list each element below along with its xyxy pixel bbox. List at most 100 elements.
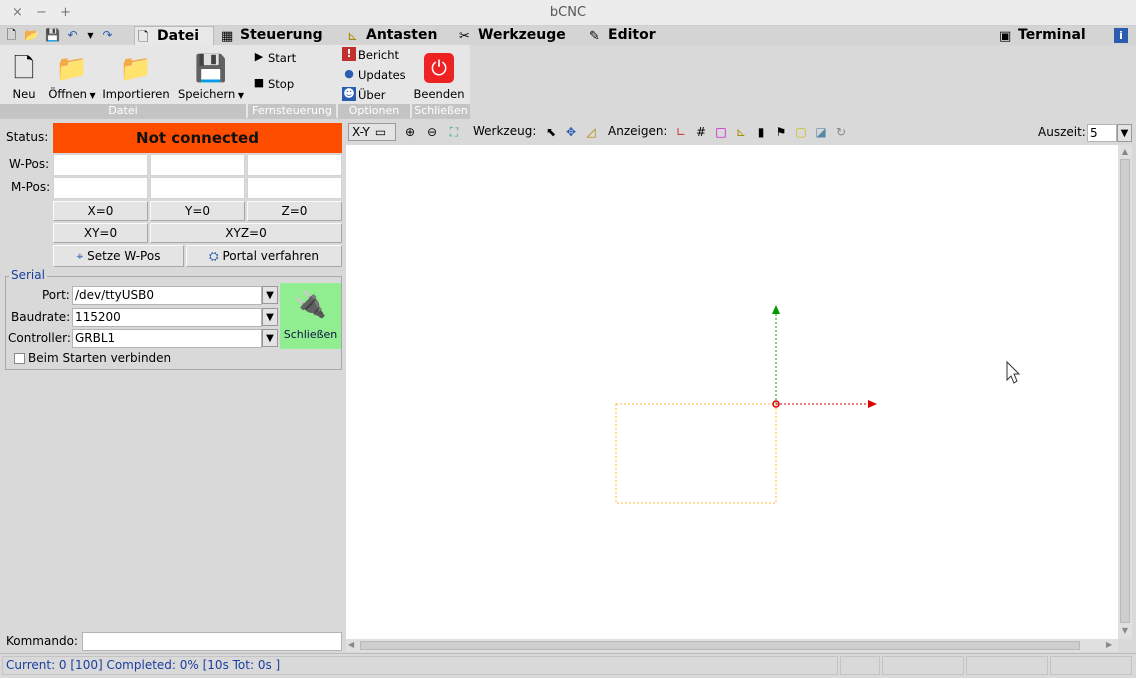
scroll-left-icon[interactable]: ◀ [348, 640, 358, 650]
control-panel-icon: ▦ [221, 29, 234, 44]
serial-legend: Serial [9, 268, 47, 282]
mpos-z-value [247, 177, 342, 199]
title-bar: × − + bCNC [0, 0, 1136, 26]
group-label-datei: Datei [0, 104, 246, 118]
neu-button[interactable]: 🗋 Neu [6, 51, 42, 101]
zoom-fit-icon[interactable]: ⛶ [445, 123, 463, 141]
status-badge: Not connected [53, 123, 342, 153]
globe-icon: ● [344, 67, 354, 80]
view-selector[interactable]: X-Y ▭ [348, 123, 396, 141]
select-pointer-icon[interactable]: ⬉ [542, 123, 560, 141]
start-icon: ▶ [254, 50, 264, 63]
autoconnect-checkbox[interactable] [14, 353, 25, 364]
undo-icon[interactable]: ↶ [65, 28, 80, 43]
ruler-icon[interactable]: ◿ [582, 123, 600, 141]
vertical-scroll-thumb[interactable] [1120, 159, 1130, 623]
tools-icon: ✂ [459, 29, 470, 44]
tab-werkzeuge[interactable]: ✂ Werkzeuge [456, 26, 574, 45]
power-icon: ⏻ [424, 53, 454, 83]
probe-icon: ⊾ [347, 29, 358, 44]
scroll-down-icon[interactable]: ▼ [1120, 626, 1130, 636]
tab-editor[interactable]: ✎ Editor [586, 26, 666, 45]
port-dropdown-arrow[interactable]: ▼ [262, 286, 278, 304]
baudrate-combobox[interactable]: 115200 [72, 308, 262, 327]
refresh-icon[interactable]: ↻ [832, 123, 850, 141]
beenden-button[interactable]: ⏻ Beenden [412, 53, 466, 101]
info-icon[interactable]: i [1114, 28, 1128, 43]
setze-wpos-button[interactable]: ⌖ Setze W-Pos [53, 245, 184, 267]
group-label-optionen: Optionen [338, 104, 410, 118]
connect-toggle-button[interactable]: 🔌 Schließen [280, 283, 341, 349]
new-file-icon[interactable]: 🗋 [4, 28, 19, 43]
anzeigen-label: Anzeigen: [608, 124, 668, 138]
baudrate-label: Baudrate: [11, 310, 71, 324]
baudrate-dropdown-arrow[interactable]: ▼ [262, 308, 278, 326]
pencil-icon: ✎ [589, 29, 600, 44]
xy-zero-button[interactable]: XY=0 [53, 223, 148, 243]
zoom-in-icon[interactable]: ⊕ [401, 123, 419, 141]
start-button[interactable]: ▶ Start [250, 49, 330, 67]
tab-steuerung[interactable]: ▦ Steuerung [218, 26, 330, 45]
mpos-y-value [150, 177, 245, 199]
cnc-canvas[interactable] [346, 145, 1118, 639]
zoom-out-icon[interactable]: ⊖ [423, 123, 441, 141]
save-icon[interactable]: 💾 [45, 28, 60, 43]
updates-button[interactable]: ● Updates [340, 66, 410, 84]
ueber-button[interactable]: ☻ Über [340, 86, 410, 104]
kommando-label: Kommando: [6, 634, 78, 648]
ribbon: 🗋 Neu 📁 Öffnen ▼ 📁 Importieren 💾 Speiche… [0, 45, 470, 119]
tab-datei[interactable]: 🗋 Datei [134, 26, 214, 45]
importieren-button[interactable]: 📁 Importieren [102, 51, 170, 101]
save-icon: 💾 [194, 54, 228, 84]
tab-antasten[interactable]: ⊾ Antasten [344, 26, 444, 45]
stop-button[interactable]: ■ Stop [250, 75, 330, 93]
probe-display-icon[interactable]: ⊾ [732, 123, 750, 141]
oeffnen-button[interactable]: 📁 Öffnen ▼ [46, 51, 98, 101]
open-folder-icon[interactable]: 📂 [24, 28, 39, 43]
status-label: Status: [6, 130, 49, 144]
undo-dropdown-icon[interactable]: ▼ [83, 28, 98, 43]
x-zero-button[interactable]: X=0 [53, 201, 148, 221]
controller-dropdown-arrow[interactable]: ▼ [262, 329, 278, 347]
canvas-horizontal-scrollbar[interactable]: ◀ ▶ [346, 639, 1118, 652]
y-axis-arrow [772, 305, 780, 314]
y-zero-button[interactable]: Y=0 [150, 201, 245, 221]
scroll-right-icon[interactable]: ▶ [1106, 640, 1116, 650]
paths-icon[interactable]: ◪ [812, 123, 830, 141]
crosshair-icon: ⌖ [76, 249, 84, 263]
rapid-icon[interactable]: ⚑ [772, 123, 790, 141]
redo-icon[interactable]: ↷ [100, 28, 115, 43]
about-icon: ☻ [342, 87, 356, 101]
portal-verfahren-button[interactable]: ⛭ Portal verfahren [186, 245, 342, 267]
move-icon[interactable]: ✥ [562, 123, 580, 141]
mouse-cursor [1006, 360, 1021, 384]
z-zero-button[interactable]: Z=0 [247, 201, 342, 221]
control-panel: Status: Not connected W-Pos: M-Pos: X=0 … [0, 120, 346, 653]
auszeit-dropdown-arrow[interactable]: ▼ [1117, 124, 1132, 142]
horizontal-scroll-thumb[interactable] [360, 641, 1080, 650]
status-cell-2 [882, 656, 964, 675]
port-label: Port: [42, 288, 70, 302]
margins-icon[interactable]: □ [712, 123, 730, 141]
grid-icon[interactable]: # [692, 123, 710, 141]
auszeit-spinbox[interactable]: 5 [1087, 124, 1117, 142]
bericht-button[interactable]: ! Bericht [340, 46, 410, 64]
workarea-icon[interactable]: ▮ [752, 123, 770, 141]
axes-icon[interactable]: ∟ [672, 123, 690, 141]
controller-combobox[interactable]: GRBL1 [72, 329, 262, 348]
xyz-zero-button[interactable]: XYZ=0 [150, 223, 342, 243]
view-dropdown-icon: ▭ [374, 125, 387, 139]
port-combobox[interactable]: /dev/ttyUSB0 [72, 286, 262, 305]
wpos-z-value [247, 154, 342, 176]
scroll-up-icon[interactable]: ▲ [1120, 147, 1130, 157]
status-cell-3 [966, 656, 1048, 675]
camera-icon[interactable]: ▢ [792, 123, 810, 141]
canvas-vertical-scrollbar[interactable]: ▲ ▼ [1118, 145, 1132, 639]
speichern-button[interactable]: 💾 Speichern ▼ [176, 51, 246, 101]
window-title: bCNC [549, 5, 587, 20]
report-icon: ! [342, 47, 356, 61]
tab-terminal[interactable]: ▣ Terminal [996, 26, 1092, 45]
kommando-input[interactable] [82, 632, 342, 651]
werkzeug-label: Werkzeug: [473, 124, 537, 138]
mpos-x-value [53, 177, 148, 199]
